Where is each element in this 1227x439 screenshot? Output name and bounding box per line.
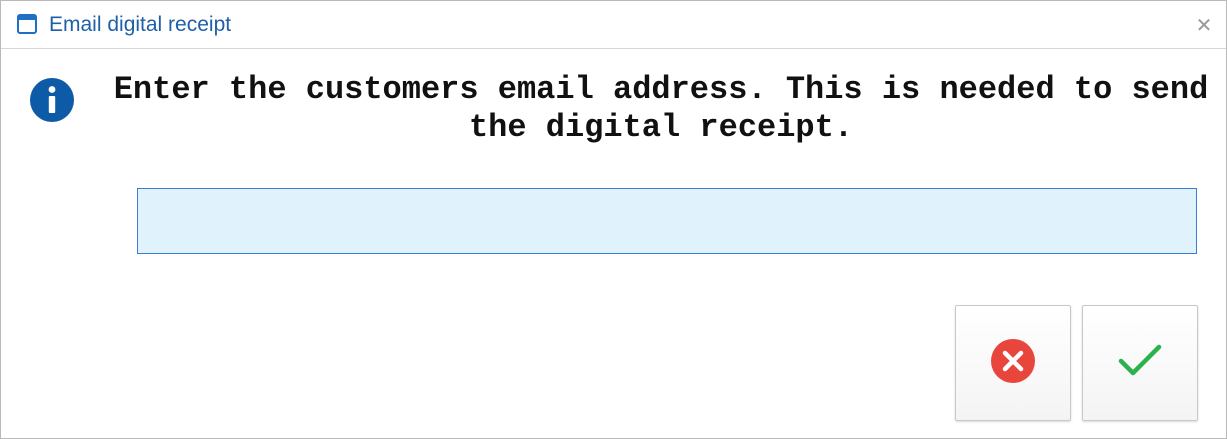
window-icon — [17, 14, 37, 34]
confirm-button[interactable] — [1082, 305, 1198, 421]
cancel-x-icon — [990, 338, 1036, 388]
email-receipt-dialog: Email digital receipt ✕ Enter the custom… — [0, 0, 1227, 439]
prompt-message: Enter the customers email address. This … — [113, 71, 1209, 146]
email-input[interactable] — [137, 188, 1197, 254]
close-button[interactable]: ✕ — [1192, 13, 1216, 37]
cancel-button[interactable] — [955, 305, 1071, 421]
title-bar: Email digital receipt ✕ — [1, 1, 1226, 49]
checkmark-icon — [1118, 343, 1162, 383]
window-title: Email digital receipt — [49, 13, 232, 36]
info-icon — [29, 77, 75, 123]
